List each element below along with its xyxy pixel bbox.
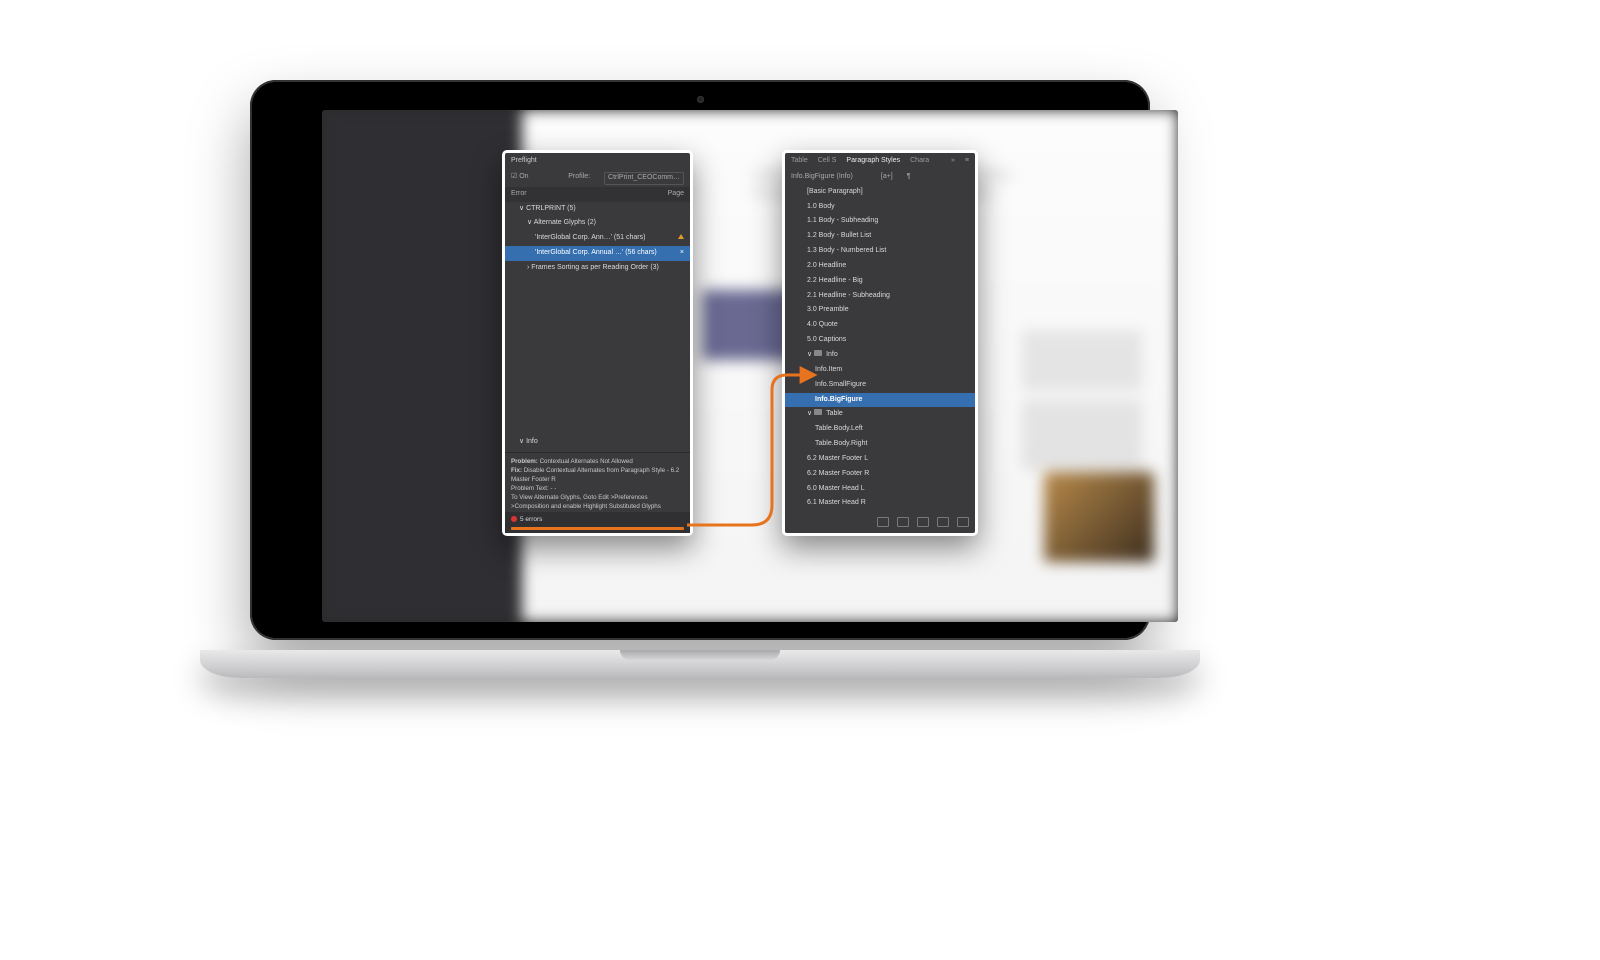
panel-footer-icons xyxy=(785,514,975,530)
style-row[interactable]: 2.0 Headline xyxy=(785,259,975,274)
folder-table[interactable]: ∨ Table xyxy=(785,407,975,422)
newstyle-icon[interactable]: [a+] xyxy=(881,172,893,183)
newfolder-icon[interactable] xyxy=(917,517,929,527)
blurred-background xyxy=(322,110,1178,622)
footer-icon[interactable] xyxy=(877,517,889,527)
style-row[interactable]: 1.0 Body xyxy=(785,200,975,215)
laptop-mockup: Preflight ☑ On Profile: CtrlPrint_CEOCom… xyxy=(200,80,1200,780)
column-headers: Error Page xyxy=(505,187,690,202)
info-block: Problem: Contextual Alternates Not Allow… xyxy=(505,455,690,515)
preflight-toolbar: ☑ On Profile: CtrlPrint_CEOComm… xyxy=(505,170,690,187)
style-row[interactable]: 1.2 Body - Bullet List xyxy=(785,229,975,244)
style-row[interactable]: 2.2 Headline - Big xyxy=(785,274,975,289)
tab-paragraph-styles[interactable]: Paragraph Styles xyxy=(846,156,900,167)
info-toggle[interactable]: ∨ Info xyxy=(505,435,690,450)
expand-icon[interactable]: » xyxy=(951,156,955,167)
laptop-base xyxy=(200,650,1200,678)
style-row[interactable]: Table.Body.Right xyxy=(785,437,975,452)
paragraph-styles-panel[interactable]: Table Cell S Paragraph Styles Chara » ≡ … xyxy=(782,150,978,536)
folder-info[interactable]: ∨ Info xyxy=(785,348,975,363)
folder-icon xyxy=(814,409,822,415)
col-page: Page xyxy=(668,189,684,200)
trash-icon[interactable] xyxy=(957,517,969,527)
profile-label: Profile: xyxy=(568,172,590,185)
error-row-selected[interactable]: 'InterGlobal Corp. Annual …' (56 chars)× xyxy=(505,246,690,261)
error-count: 5 errors xyxy=(520,516,542,523)
folder-icon xyxy=(814,350,822,356)
style-row[interactable]: 1.3 Body - Numbered List xyxy=(785,244,975,259)
style-row[interactable]: Table.Body.Left xyxy=(785,422,975,437)
clearoverrides-icon[interactable]: ¶ xyxy=(907,172,911,183)
footer-icon[interactable] xyxy=(897,517,909,527)
error-underline xyxy=(511,527,684,530)
profile-dropdown[interactable]: CtrlPrint_CEOComm… xyxy=(604,172,684,185)
panel-title: Preflight xyxy=(505,153,690,170)
current-style: Info.BigFigure (Info) xyxy=(791,172,853,183)
style-row[interactable]: 5.0 Captions xyxy=(785,333,975,348)
style-row[interactable]: Info.Item xyxy=(785,363,975,378)
style-row[interactable]: 6.2 Master Footer L xyxy=(785,452,975,467)
preflight-panel[interactable]: Preflight ☑ On Profile: CtrlPrint_CEOCom… xyxy=(502,150,693,536)
newstyle-icon[interactable] xyxy=(937,517,949,527)
tab-cell-styles[interactable]: Cell S xyxy=(818,156,837,167)
style-row[interactable]: 1.1 Body - Subheading xyxy=(785,214,975,229)
col-error: Error xyxy=(511,189,527,200)
error-row[interactable]: 'InterGlobal Corp. Ann…' (51 chars) xyxy=(505,231,690,246)
tab-table[interactable]: Table xyxy=(791,156,808,167)
camera-icon xyxy=(697,96,704,103)
style-row[interactable]: 6.2 Master Footer R xyxy=(785,467,975,482)
tab-char-styles[interactable]: Chara xyxy=(910,156,929,167)
current-style-row: Info.BigFigure (Info) [a+] ¶ xyxy=(785,170,975,185)
menu-icon[interactable]: ≡ xyxy=(965,156,969,167)
style-row[interactable]: 6.0 Master Head L xyxy=(785,482,975,497)
style-row[interactable]: 6.1 Master Head R xyxy=(785,496,975,511)
tree-group[interactable]: ∨ Alternate Glyphs (2) xyxy=(505,216,690,231)
style-row[interactable]: Info.SmallFigure xyxy=(785,378,975,393)
style-row[interactable]: 2.1 Headline - Subheading xyxy=(785,289,975,304)
preflight-footer: 5 errors xyxy=(505,512,690,533)
app-screen: Preflight ☑ On Profile: CtrlPrint_CEOCom… xyxy=(322,110,1178,622)
on-checkbox[interactable]: ☑ On xyxy=(511,172,529,185)
style-row[interactable]: Info.BigFigure xyxy=(785,393,975,408)
screen-bezel: Preflight ☑ On Profile: CtrlPrint_CEOCom… xyxy=(250,80,1150,640)
style-row[interactable]: 4.0 Quote xyxy=(785,318,975,333)
tree-root[interactable]: ∨ CTRLPRINT (5) xyxy=(505,202,690,217)
error-dot-icon xyxy=(511,516,517,522)
style-row[interactable]: 3.0 Preamble xyxy=(785,303,975,318)
tree-group[interactable]: › Frames Sorting as per Reading Order (3… xyxy=(505,261,690,276)
panel-tabs: Table Cell S Paragraph Styles Chara » ≡ xyxy=(785,153,975,170)
style-row[interactable]: [Basic Paragraph] xyxy=(785,185,975,200)
